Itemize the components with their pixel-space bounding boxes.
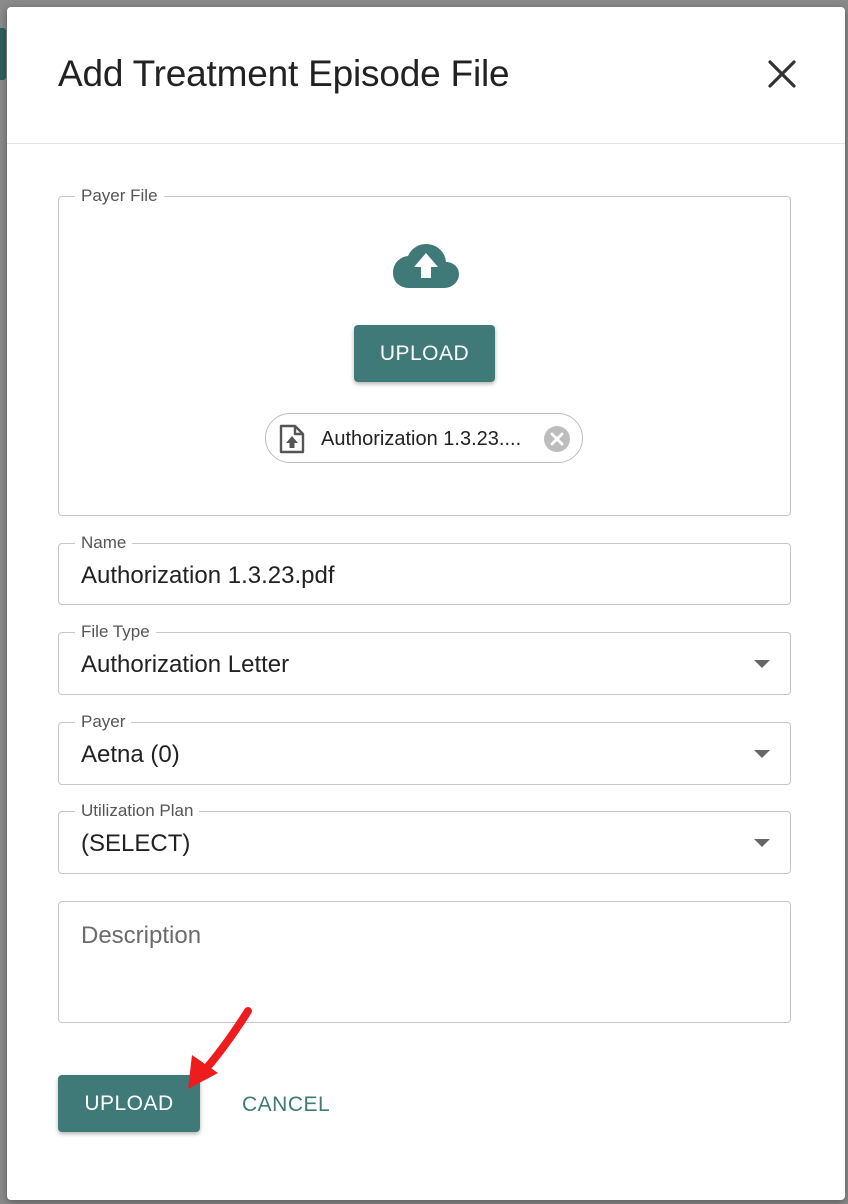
dialog-title: Add Treatment Episode File (58, 53, 510, 94)
dialog-header: Add Treatment Episode File (7, 7, 845, 144)
payer-select[interactable]: Payer Aetna (0) (58, 712, 791, 785)
attached-file-chip: Authorization 1.3.23.... (265, 413, 583, 463)
chevron-down-icon (754, 659, 770, 668)
description-textarea[interactable]: Description (58, 901, 791, 1023)
remove-circle-icon[interactable] (543, 425, 571, 453)
backdrop-sidebar-edge (0, 28, 6, 80)
name-value: Authorization 1.3.23.pdf (81, 562, 335, 589)
payer-label: Payer (75, 712, 132, 732)
utilization-plan-select[interactable]: Utilization Plan (SELECT) (58, 801, 791, 874)
chevron-down-icon (754, 749, 770, 758)
close-button[interactable] (763, 55, 801, 93)
name-field[interactable]: Name Authorization 1.3.23.pdf (58, 533, 791, 605)
close-icon (768, 60, 796, 88)
chevron-down-icon (754, 838, 770, 847)
file-type-value: Authorization Letter (81, 651, 290, 678)
file-type-label: File Type (75, 622, 156, 642)
payer-file-dropzone[interactable]: Payer File UPLOAD Authorization 1.3.23..… (58, 186, 791, 516)
annotation-arrow-icon (188, 1007, 252, 1089)
cloud-upload-icon (393, 244, 459, 288)
utilization-plan-value: (SELECT) (81, 830, 191, 857)
utilization-plan-label: Utilization Plan (75, 801, 200, 821)
name-label: Name (75, 533, 133, 553)
payer-file-legend: Payer File (75, 186, 164, 206)
payer-value: Aetna (0) (81, 741, 180, 768)
attached-file-name: Authorization 1.3.23.... (321, 428, 522, 450)
description-placeholder: Description (81, 922, 202, 949)
file-type-select[interactable]: File Type Authorization Letter (58, 622, 791, 695)
add-file-dialog: Add Treatment Episode File Payer File UP… (7, 7, 845, 1200)
payer-file-upload-button[interactable]: UPLOAD (354, 325, 495, 382)
file-upload-icon (279, 424, 305, 454)
upload-button[interactable]: UPLOAD (58, 1075, 200, 1132)
